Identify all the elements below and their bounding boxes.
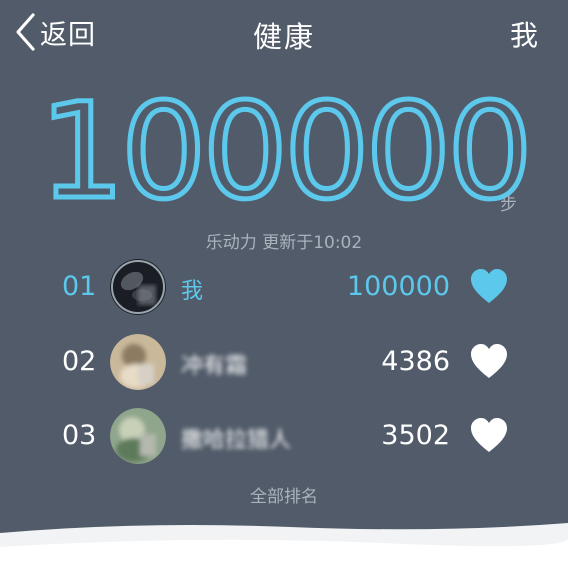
avatar (110, 334, 166, 390)
rank-steps: 3502 (381, 420, 450, 451)
step-unit: 步 (500, 195, 517, 215)
rank-steps: 100000 (346, 271, 450, 302)
avatar (110, 259, 166, 315)
me-button[interactable]: 我 (510, 14, 538, 54)
ranking-row[interactable]: 01 我 100000 (0, 255, 568, 325)
bottom-wave (0, 523, 568, 561)
ranking-row[interactable]: 02 冲有霜 4386 (0, 330, 568, 400)
heart-icon[interactable] (470, 269, 508, 305)
page-title: 健康 (252, 20, 315, 54)
rank-number: 02 (62, 346, 97, 377)
heart-icon[interactable] (470, 418, 508, 454)
navigation-bar: 返回 健康 我 (0, 0, 568, 64)
update-info: 乐动力 更新于10:02 (205, 233, 363, 253)
all-ranking-link[interactable]: 全部排名 (0, 482, 568, 507)
rank-name: 冲有霜 (181, 354, 248, 379)
rank-number: 01 (62, 271, 97, 302)
step-count: 100000 (0, 75, 568, 229)
rank-name: 撒哈拉猎人 (181, 428, 292, 453)
ranking-row[interactable]: 03 撒哈拉猎人 3502 (0, 404, 568, 474)
rank-name: 我 (181, 279, 204, 304)
rank-number: 03 (62, 420, 97, 451)
avatar (110, 408, 166, 464)
heart-icon[interactable] (470, 344, 508, 380)
step-count-value: 100000 (37, 75, 536, 229)
rank-steps: 4386 (381, 346, 450, 377)
